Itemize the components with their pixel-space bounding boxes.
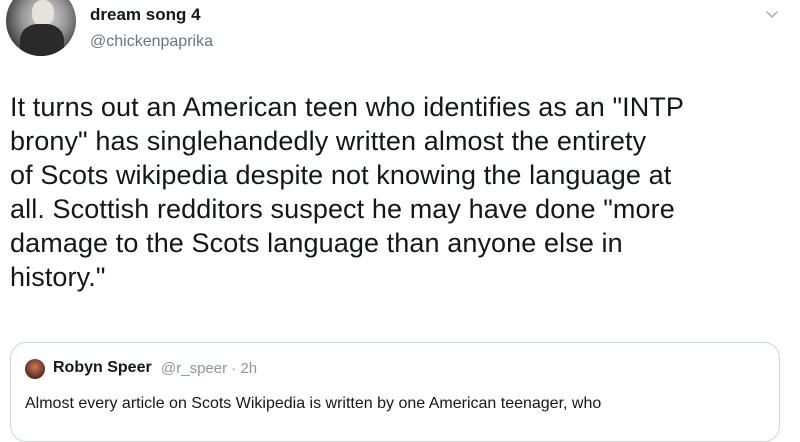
author-name[interactable]: dream song 4 [90,5,201,25]
quoted-separator: · [231,360,237,377]
quoted-author-handle: @r_speer [161,360,228,377]
quoted-time: 2h [240,360,258,377]
quoted-tweet[interactable]: Robyn Speer @r_speer · 2h Almost every a… [10,342,780,442]
avatar-face [32,0,54,26]
tweet-card: dream song 4 @chickenpaprika It turns ou… [0,0,800,442]
quoted-avatar[interactable] [25,359,45,379]
quoted-author-name: Robyn Speer [53,359,152,376]
chevron-down-icon[interactable] [764,6,780,22]
author-handle[interactable]: @chickenpaprika [90,33,213,51]
avatar[interactable] [6,0,76,56]
tweet-text: It turns out an American teen who identi… [10,92,685,292]
quoted-meta: @r_speer · 2h [161,360,257,377]
quoted-text: Almost every article on Scots Wikipedia … [25,395,602,412]
avatar-body [20,24,64,56]
